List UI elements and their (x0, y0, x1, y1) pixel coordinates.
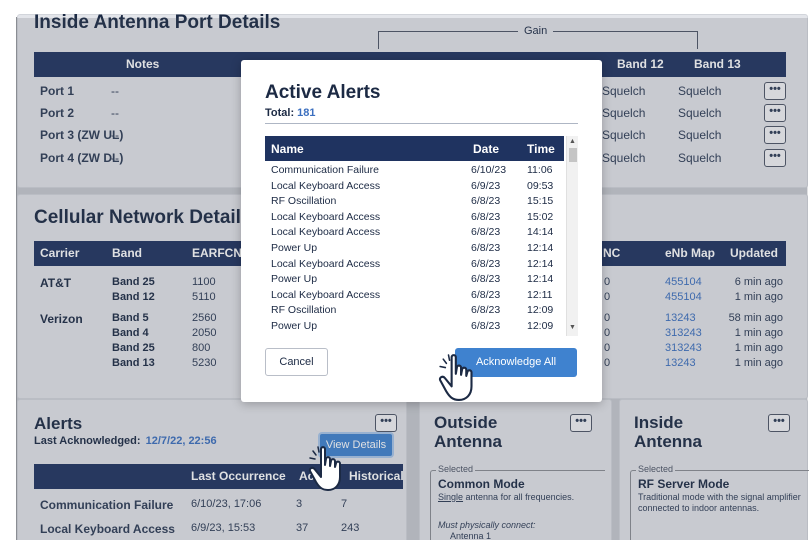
app-window: Inside Antenna Port Details Gain Notes B… (16, 12, 809, 540)
cancel-button[interactable]: Cancel (265, 348, 328, 376)
alert-time: 15:02 (527, 210, 554, 223)
alert-name: Local Keyboard Access (271, 288, 381, 301)
alert-name: Power Up (271, 320, 318, 332)
alert-time: 12:14 (527, 257, 554, 270)
alert-time: 12:14 (527, 242, 554, 254)
alert-date: 6/8/23 (471, 210, 501, 223)
alert-name: Local Keyboard Access (271, 226, 381, 239)
modal-title: Active Alerts (265, 82, 381, 103)
alert-date: 6/8/23 (471, 195, 501, 208)
active-alerts-table: Name Date Time Communication Failure 6/10… (265, 136, 578, 372)
active-alerts-rows[interactable]: Communication Failure 6/10/23 11:06 Local K… (265, 163, 564, 333)
alert-date: 6/8/23 (471, 242, 501, 254)
col-name: Name (271, 142, 304, 156)
active-alert-row[interactable]: Power Up 6/8/23 12:14 (265, 272, 564, 288)
active-alert-row[interactable]: Power Up 6/8/23 12:09 (265, 319, 564, 333)
scrollbar-thumb[interactable] (569, 148, 577, 162)
active-alert-row[interactable]: RF Oscillation 6/8/23 15:15 (265, 194, 564, 210)
alert-time: 11:06 (527, 164, 553, 176)
active-alert-row[interactable]: Local Keyboard Access 6/9/23 09:53 (265, 179, 564, 195)
alert-name: Local Keyboard Access (271, 179, 381, 192)
active-alert-row[interactable]: RF Oscillation 6/8/23 12:09 (265, 303, 564, 319)
active-alerts-modal: Active Alerts Total: 181 Name Date Time C… (241, 60, 602, 402)
active-alerts-header: Name Date Time (265, 136, 564, 161)
alert-time: 12:11 (527, 288, 553, 301)
active-alert-row[interactable]: Local Keyboard Access 6/8/23 14:14 (265, 225, 564, 241)
scroll-up-arrow-icon[interactable]: ▲ (569, 138, 576, 145)
active-alert-row[interactable]: Communication Failure 6/10/23 11:06 (265, 163, 564, 179)
alert-name: Communication Failure (271, 164, 379, 176)
alert-date: 6/8/23 (471, 288, 501, 301)
alert-date: 6/8/23 (471, 304, 501, 317)
alert-date: 6/8/23 (471, 226, 501, 239)
alert-time: 15:15 (527, 195, 554, 208)
total-label: Total: (265, 107, 295, 119)
alert-date: 6/8/23 (471, 257, 501, 270)
hand-pointer-icon (308, 446, 341, 491)
alert-time: 14:14 (527, 226, 554, 239)
active-alert-row[interactable]: Local Keyboard Access 6/8/23 15:02 (265, 210, 564, 226)
alert-name: Local Keyboard Access (271, 257, 381, 270)
alert-time: 09:53 (527, 179, 554, 192)
alert-name: RF Oscillation (271, 304, 337, 317)
alert-date: 6/8/23 (471, 273, 501, 286)
col-date: Date (473, 142, 500, 156)
alert-name: Power Up (271, 242, 318, 254)
alert-time: 12:09 (527, 320, 554, 332)
active-alert-row[interactable]: Local Keyboard Access 6/8/23 12:11 (265, 288, 564, 304)
modal-total: Total: 181 (265, 107, 315, 119)
modal-divider (265, 123, 578, 124)
alert-date: 6/8/23 (471, 320, 501, 332)
scroll-down-arrow-icon[interactable]: ▼ (569, 324, 576, 331)
alert-time: 12:14 (527, 273, 554, 286)
alert-name: Power Up (271, 273, 318, 286)
hand-pointer-icon (438, 354, 473, 402)
scrollbar[interactable]: ▲ ▼ (566, 136, 578, 336)
col-time: Time (527, 142, 555, 156)
active-alert-row[interactable]: Power Up 6/8/23 12:14 (265, 241, 564, 257)
alert-name: Local Keyboard Access (271, 210, 381, 223)
alert-time: 12:09 (527, 304, 554, 317)
screen: Inside Antenna Port Details Gain Notes B… (0, 0, 809, 540)
total-value: 181 (297, 107, 316, 119)
alert-name: RF Oscillation (271, 195, 337, 208)
alert-date: 6/9/23 (471, 179, 501, 192)
active-alert-row[interactable]: Local Keyboard Access 6/8/23 12:14 (265, 257, 564, 273)
alert-date: 6/10/23 (471, 164, 507, 176)
